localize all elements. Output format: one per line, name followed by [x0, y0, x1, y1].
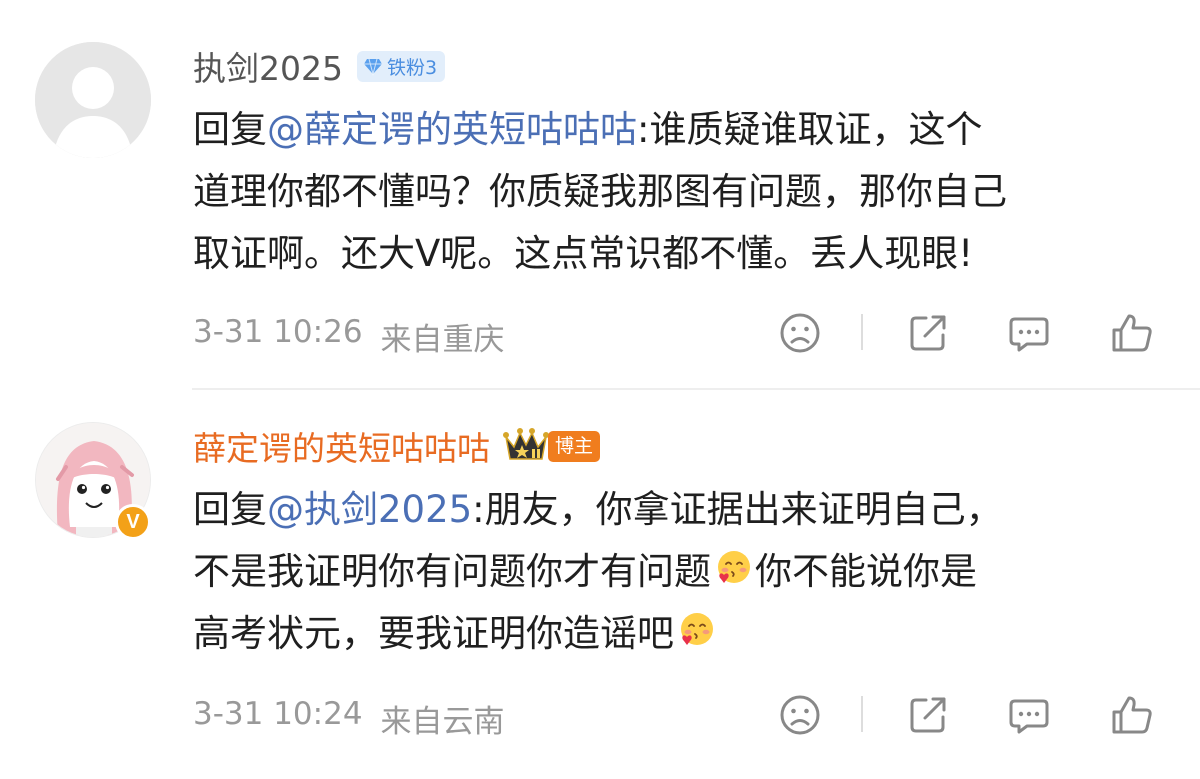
- diamond-icon: [363, 58, 382, 76]
- comment-meta: 3-31 10:24 来自云南: [193, 696, 505, 741]
- reply-prefix: 回复: [193, 108, 267, 151]
- location: 来自云南: [380, 704, 505, 740]
- comment-icon[interactable]: [1007, 311, 1051, 355]
- mention-link[interactable]: @薛定谔的英短咕咕咕: [267, 108, 637, 151]
- role-badge: 博主: [548, 430, 601, 462]
- timestamp: 3-31 10:26: [193, 314, 363, 350]
- divider: [861, 696, 863, 732]
- avatar[interactable]: [35, 42, 151, 158]
- comment-item: V 薛定谔的英短咕咕咕 博主 回复@执剑2025:朋友，你拿证据出来证明自己， …: [0, 388, 1200, 779]
- verified-badge: V: [115, 504, 151, 540]
- blush-kiss-emoji-icon: [718, 551, 750, 583]
- thumbs-up-icon[interactable]: [1110, 311, 1154, 355]
- share-icon[interactable]: [906, 693, 950, 737]
- comment-line: 回复@执剑2025:朋友，你拿证据出来证明自己，: [193, 479, 1173, 541]
- sad-face-icon[interactable]: [778, 311, 822, 355]
- reply-prefix: 回复: [193, 488, 267, 531]
- crown-icon: [503, 428, 549, 460]
- fan-badge[interactable]: 铁粉3: [356, 50, 446, 82]
- author-row: 执剑2025 铁粉3: [193, 42, 446, 90]
- comment-line-text: 不是我证明你有问题你才有问题: [193, 550, 711, 593]
- comment-line: 高考状元，要我证明你造谣吧: [193, 603, 1173, 665]
- thumbs-up-icon[interactable]: [1110, 693, 1154, 737]
- comment-line: 不是我证明你有问题你才有问题 你不能说你是: [193, 541, 1173, 603]
- author-row: 薛定谔的英短咕咕咕 博主: [193, 422, 601, 470]
- default-avatar-icon: [35, 42, 151, 158]
- comment-line: 回复@薛定谔的英短咕咕咕:谁质疑谁取证，这个: [193, 99, 1173, 161]
- blush-kiss-emoji-icon: [681, 613, 713, 645]
- location: 来自重庆: [380, 322, 505, 358]
- comment-line: 道理你都不懂吗？你质疑我那图有问题，那你自己: [193, 170, 1007, 213]
- comment-line-text: :谁质疑谁取证，这个: [637, 108, 983, 151]
- comment-line-text: :朋友，你拿证据出来证明自己，: [472, 488, 1003, 531]
- comment-line: 取证啊。还大V呢。这点常识都不懂。丢人现眼!: [193, 232, 974, 275]
- comment-line-text: 高考状元，要我证明你造谣吧: [193, 612, 674, 655]
- username[interactable]: 执剑2025: [193, 42, 343, 90]
- comment-text: 回复@执剑2025:朋友，你拿证据出来证明自己， 不是我证明你有问题你才有问题 …: [193, 479, 1173, 665]
- fan-badge-label: 铁粉3: [386, 56, 438, 79]
- comment-icon[interactable]: [1007, 693, 1051, 737]
- share-icon[interactable]: [906, 311, 950, 355]
- comment-line-text: 你不能说你是: [755, 550, 977, 593]
- sad-face-icon[interactable]: [778, 693, 822, 737]
- comment-actions: [778, 311, 1158, 357]
- divider: [861, 314, 863, 350]
- comment-actions: [778, 693, 1158, 739]
- timestamp: 3-31 10:24: [193, 696, 363, 732]
- mention-link[interactable]: @执剑2025: [267, 488, 472, 531]
- comment-item: 执剑2025 铁粉3 回复@薛定谔的英短咕咕咕:谁质疑谁取证，这个 道理你都不懂…: [0, 0, 1200, 388]
- comment-meta: 3-31 10:26 来自重庆: [193, 314, 505, 359]
- comment-text: 回复@薛定谔的英短咕咕咕:谁质疑谁取证，这个 道理你都不懂吗？你质疑我那图有问题…: [193, 99, 1173, 285]
- username[interactable]: 薛定谔的英短咕咕咕: [193, 422, 490, 470]
